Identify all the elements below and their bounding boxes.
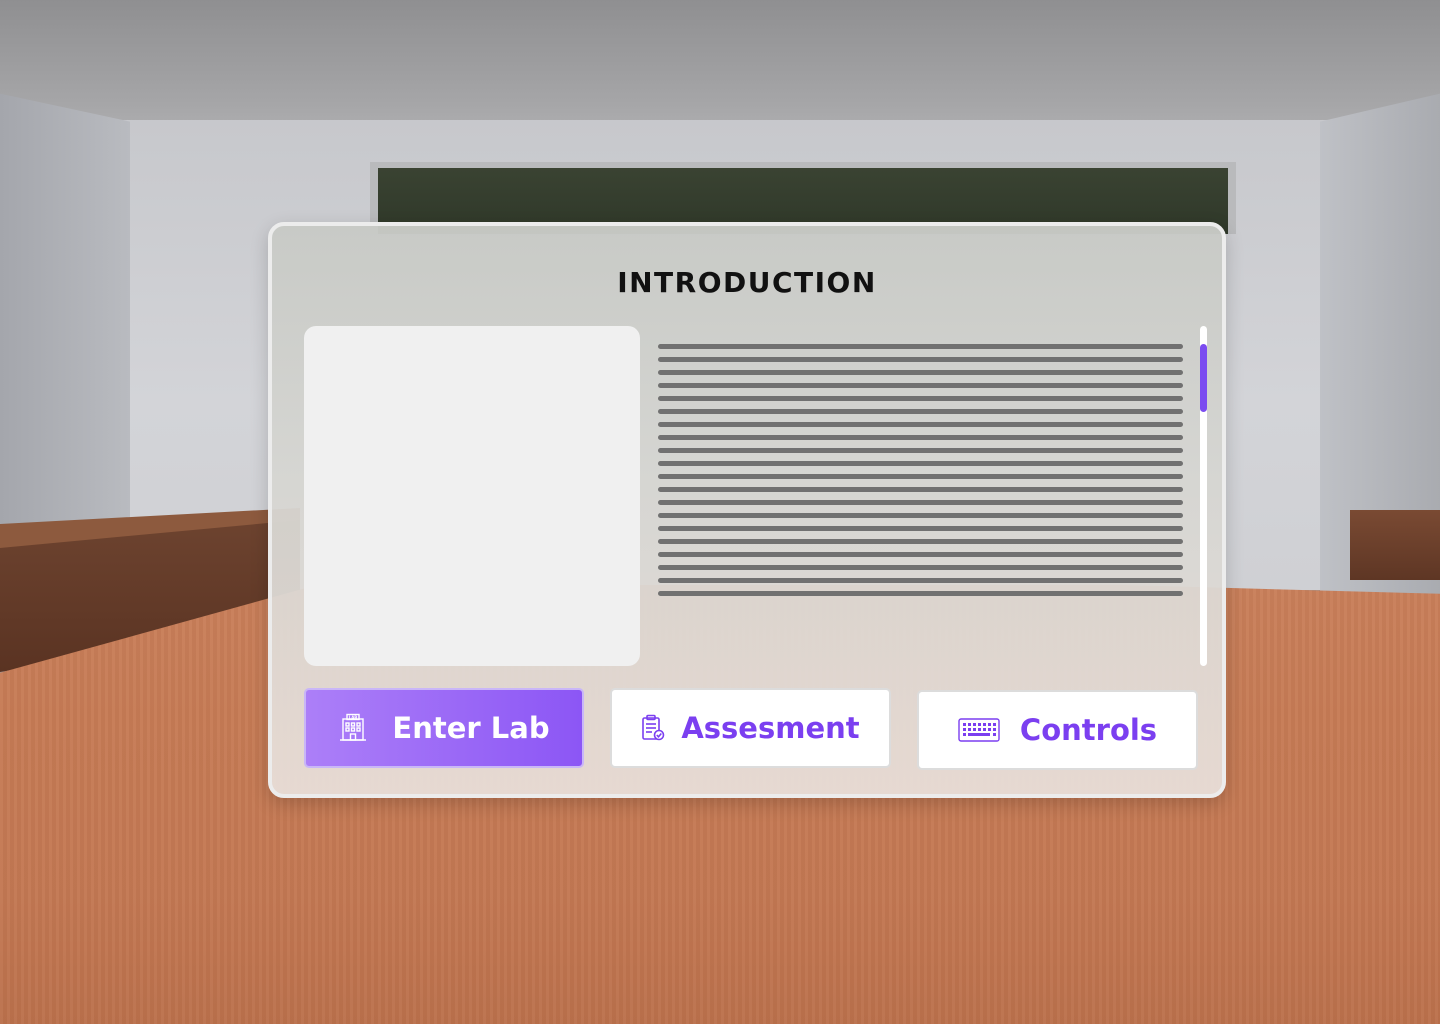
panel-title: INTRODUCTION	[617, 266, 877, 299]
placeholder-text-line	[658, 409, 1183, 414]
placeholder-text-line	[658, 474, 1183, 479]
placeholder-text-line	[658, 396, 1183, 401]
placeholder-text-line	[658, 513, 1183, 518]
placeholder-text-line	[658, 552, 1183, 557]
placeholder-text-line	[658, 448, 1183, 453]
lab-building-icon: LAB	[338, 713, 368, 743]
placeholder-text-line	[658, 357, 1183, 362]
clipboard-check-icon	[641, 714, 665, 742]
assessment-button[interactable]: Assesment	[610, 688, 891, 768]
placeholder-text-line	[658, 422, 1183, 427]
placeholder-text-line	[658, 565, 1183, 570]
placeholder-text-line	[658, 500, 1183, 505]
controls-label: Controls	[1019, 713, 1158, 747]
placeholder-text-line	[658, 539, 1183, 544]
placeholder-text-line	[658, 526, 1183, 531]
placeholder-text-line	[658, 487, 1183, 492]
enter-lab-button[interactable]: LAB Enter Lab	[304, 688, 584, 768]
placeholder-text-line	[658, 461, 1183, 466]
placeholder-text-line	[658, 370, 1183, 375]
placeholder-text-line	[658, 578, 1183, 583]
enter-lab-label: Enter Lab	[392, 711, 550, 745]
intro-image-placeholder	[304, 326, 640, 666]
controls-button[interactable]: Controls	[917, 690, 1198, 770]
text-scrollbar[interactable]	[1200, 326, 1207, 666]
placeholder-text-line	[658, 591, 1183, 596]
placeholder-text-line	[658, 383, 1183, 388]
intro-text-placeholder	[658, 344, 1183, 604]
introduction-panel: INTRODUCTION LAB Enter Lab Assesment Con…	[268, 222, 1226, 798]
scrollbar-thumb[interactable]	[1200, 344, 1207, 412]
svg-text:LAB: LAB	[349, 715, 358, 720]
placeholder-text-line	[658, 435, 1183, 440]
assessment-label: Assesment	[681, 711, 860, 745]
keyboard-icon	[958, 717, 1000, 743]
lab-bench-right	[1350, 510, 1440, 580]
placeholder-text-line	[658, 344, 1183, 349]
